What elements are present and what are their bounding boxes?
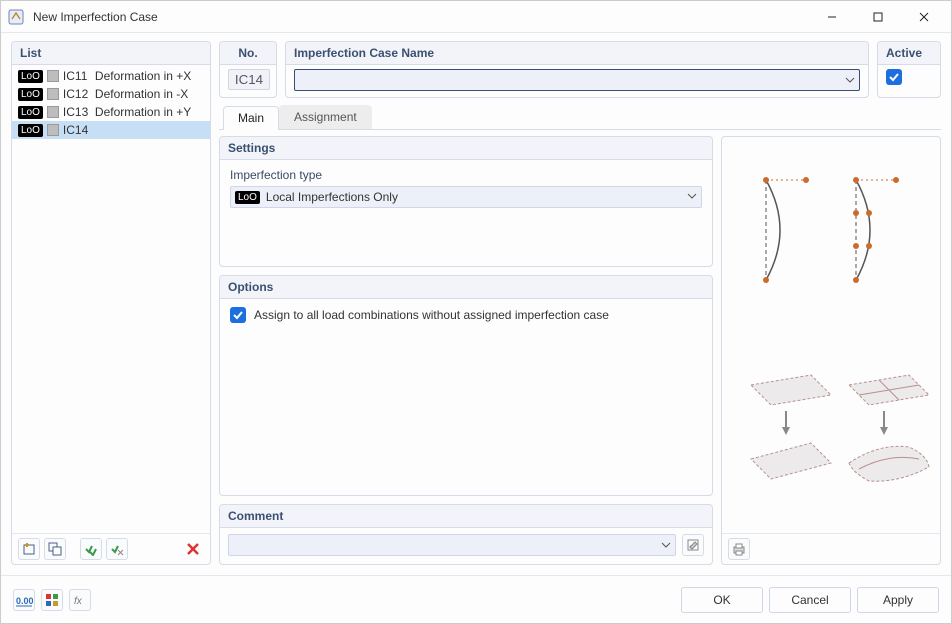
app-icon bbox=[5, 6, 27, 28]
tab-content: Settings Imperfection type LoO Local Imp… bbox=[219, 136, 941, 565]
options-header: Options bbox=[220, 276, 712, 299]
cancel-button[interactable]: Cancel bbox=[769, 587, 851, 613]
units-button[interactable]: 0.00 bbox=[13, 589, 35, 611]
ok-button[interactable]: OK bbox=[681, 587, 763, 613]
preview-body bbox=[722, 137, 940, 533]
fx-button[interactable]: fx bbox=[69, 589, 91, 611]
dialog-window: New Imperfection Case List LoO IC11 Defo… bbox=[0, 0, 952, 624]
maximize-button[interactable] bbox=[855, 1, 901, 33]
list-item-badge: LoO bbox=[18, 70, 43, 83]
type-badge: LoO bbox=[235, 191, 260, 204]
comment-header: Comment bbox=[220, 505, 712, 528]
list-item[interactable]: LoO IC12 Deformation in -X bbox=[12, 85, 210, 103]
list-item-badge: LoO bbox=[18, 88, 43, 101]
member-imperfection-illustration bbox=[736, 170, 926, 290]
settings-section: Settings Imperfection type LoO Local Imp… bbox=[219, 136, 713, 267]
active-checkbox[interactable] bbox=[886, 69, 902, 85]
select-all-button[interactable] bbox=[80, 538, 102, 560]
settings-header: Settings bbox=[220, 137, 712, 160]
name-panel: Imperfection Case Name bbox=[285, 41, 869, 98]
list-item-badge: LoO bbox=[18, 124, 43, 137]
new-case-button[interactable] bbox=[18, 538, 40, 560]
chevron-down-icon bbox=[657, 540, 675, 550]
chevron-down-icon bbox=[687, 190, 697, 204]
list-item-id: IC14 bbox=[63, 123, 91, 137]
surface-imperfection-illustration bbox=[731, 361, 931, 501]
active-panel: Active bbox=[877, 41, 941, 98]
assign-all-checkbox[interactable] bbox=[230, 307, 246, 323]
list-item-color-swatch bbox=[47, 106, 59, 118]
svg-text:0.00: 0.00 bbox=[16, 596, 33, 606]
minimize-button[interactable] bbox=[809, 1, 855, 33]
tab-main[interactable]: Main bbox=[223, 106, 279, 130]
name-label: Imperfection Case Name bbox=[286, 42, 868, 65]
name-combobox[interactable] bbox=[294, 69, 860, 91]
list-item-name: Deformation in -X bbox=[95, 87, 204, 101]
list-item[interactable]: LoO IC11 Deformation in +X bbox=[12, 67, 210, 85]
svg-text:fx: fx bbox=[74, 596, 83, 607]
case-list[interactable]: LoO IC11 Deformation in +X LoO IC12 Defo… bbox=[12, 65, 210, 533]
comment-section: Comment bbox=[219, 504, 713, 565]
assign-all-label: Assign to all load combinations without … bbox=[254, 308, 609, 322]
list-item-color-swatch bbox=[47, 124, 59, 136]
list-header: List bbox=[12, 42, 210, 65]
apply-button[interactable]: Apply bbox=[857, 587, 939, 613]
list-item-id: IC12 bbox=[63, 87, 91, 101]
close-button[interactable] bbox=[901, 1, 947, 33]
options-section: Options Assign to all load combinations … bbox=[219, 275, 713, 496]
preview-toolbar bbox=[722, 533, 940, 564]
list-item[interactable]: LoO IC13 Deformation in +Y bbox=[12, 103, 210, 121]
list-item-badge: LoO bbox=[18, 106, 43, 119]
type-label: Imperfection type bbox=[230, 168, 702, 182]
list-item-color-swatch bbox=[47, 70, 59, 82]
comment-combobox[interactable] bbox=[228, 534, 676, 556]
number-input[interactable] bbox=[228, 69, 270, 90]
list-toolbar bbox=[12, 533, 210, 564]
list-item[interactable]: LoO IC14 bbox=[12, 121, 210, 139]
preview-panel bbox=[721, 136, 941, 565]
dialog-bottom-bar: 0.00 fx OK Cancel Apply bbox=[1, 575, 951, 623]
preview-print-button[interactable] bbox=[728, 538, 750, 560]
list-item-color-swatch bbox=[47, 88, 59, 100]
number-panel: No. bbox=[219, 41, 277, 98]
deselect-all-button[interactable] bbox=[106, 538, 128, 560]
list-item-name: Deformation in +Y bbox=[95, 105, 204, 119]
tab-assignment[interactable]: Assignment bbox=[279, 105, 372, 129]
chevron-down-icon bbox=[841, 75, 859, 85]
list-item-name: Deformation in +X bbox=[95, 69, 204, 83]
copy-case-button[interactable] bbox=[44, 538, 66, 560]
delete-case-button[interactable] bbox=[182, 538, 204, 560]
comment-edit-button[interactable] bbox=[682, 534, 704, 556]
number-label: No. bbox=[220, 42, 276, 65]
active-label: Active bbox=[878, 42, 940, 65]
list-panel: List LoO IC11 Deformation in +X LoO IC12… bbox=[11, 41, 211, 565]
type-select[interactable]: LoO Local Imperfections Only bbox=[230, 186, 702, 208]
title-bar: New Imperfection Case bbox=[1, 1, 951, 33]
type-value: Local Imperfections Only bbox=[266, 190, 398, 204]
list-item-id: IC13 bbox=[63, 105, 91, 119]
window-title: New Imperfection Case bbox=[33, 10, 158, 24]
list-item-id: IC11 bbox=[63, 69, 91, 83]
color-legend-button[interactable] bbox=[41, 589, 63, 611]
name-input[interactable] bbox=[295, 73, 841, 87]
comment-input[interactable] bbox=[229, 538, 657, 552]
tab-strip: Main Assignment bbox=[219, 104, 941, 130]
